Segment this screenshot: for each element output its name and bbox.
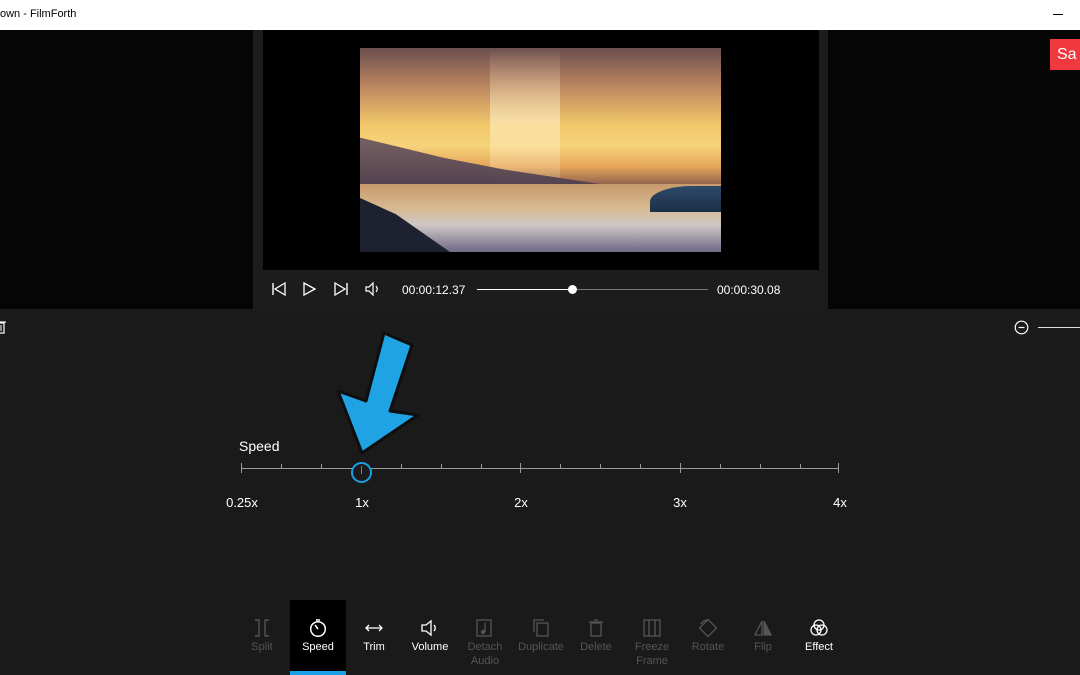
freeze-frame-label: Freeze Frame	[634, 641, 670, 667]
flip-button[interactable]: Flip	[735, 600, 791, 675]
save-button[interactable]: Sa	[1050, 39, 1080, 70]
rotate-icon	[698, 618, 718, 638]
detach-audio-button[interactable]: Detach Audio	[457, 600, 513, 675]
speed-tick	[560, 464, 561, 468]
volume-icon[interactable]	[364, 280, 382, 298]
speed-label-1x: 1x	[355, 495, 369, 510]
speed-tick	[481, 464, 482, 468]
speed-tick	[241, 463, 242, 473]
annotation-arrow-icon	[336, 331, 420, 455]
speed-label-0-25x: 0.25x	[226, 495, 258, 510]
speed-title: Speed	[239, 438, 280, 454]
freeze-frame-icon	[642, 618, 662, 638]
speed-tick	[321, 464, 322, 468]
effect-label: Effect	[805, 641, 833, 653]
seek-bar[interactable]	[477, 285, 708, 294]
detach-audio-label: Detach Audio	[467, 641, 503, 667]
play-icon[interactable]	[300, 280, 318, 298]
delete-button[interactable]: Delete	[568, 600, 624, 675]
speed-label-4x: 4x	[833, 495, 847, 510]
flip-label: Flip	[754, 641, 772, 653]
copy-icon	[531, 618, 551, 638]
duplicate-label: Duplicate	[518, 641, 564, 653]
trim-icon	[364, 618, 384, 638]
speed-tool-label: Speed	[302, 641, 334, 653]
speed-tick	[760, 464, 761, 468]
speed-tick	[520, 463, 521, 473]
speed-tick	[281, 464, 282, 468]
split-button[interactable]: Split	[234, 600, 290, 675]
split-icon	[252, 618, 272, 638]
rotate-label: Rotate	[691, 641, 725, 653]
speed-panel: Speed 0.25x 1x 2x 3x 4x	[0, 345, 1080, 600]
rotate-button[interactable]: Rotate	[680, 600, 736, 675]
zoom-out-icon[interactable]	[1014, 320, 1029, 335]
speed-tick	[401, 464, 402, 468]
speed-label-2x: 2x	[514, 495, 528, 510]
speed-tick	[680, 463, 681, 473]
speed-button[interactable]: Speed	[290, 600, 346, 675]
trash-icon[interactable]	[0, 319, 6, 335]
right-panel	[828, 30, 1080, 309]
speed-tick	[800, 464, 801, 468]
volume-label: Volume	[411, 641, 449, 653]
duplicate-button[interactable]: Duplicate	[513, 600, 569, 675]
edit-toolbar: Split Speed Trim Volume Detach Audio Dup…	[0, 600, 1080, 675]
split-label: Split	[251, 641, 273, 653]
video-frame[interactable]	[360, 48, 721, 252]
preview-area: 00:00:12.37 00:00:30.08	[0, 30, 1080, 309]
trim-button[interactable]: Trim	[346, 600, 402, 675]
speed-icon	[308, 618, 328, 638]
speed-tick	[441, 464, 442, 468]
delete-label: Delete	[580, 641, 612, 653]
effect-button[interactable]: Effect	[791, 600, 847, 675]
music-note-icon	[475, 618, 495, 638]
seek-thumb[interactable]	[567, 285, 577, 294]
player-screen	[263, 30, 819, 270]
speed-tick	[640, 464, 641, 468]
speed-slider-thumb[interactable]	[351, 462, 372, 483]
trim-label: Trim	[363, 641, 385, 653]
video-player: 00:00:12.37 00:00:30.08	[253, 30, 828, 309]
volume-button[interactable]: Volume	[402, 600, 458, 675]
freeze-frame-button[interactable]: Freeze Frame	[624, 600, 680, 675]
playback-controls: 00:00:12.37 00:00:30.08	[263, 270, 819, 308]
window-title: own - FilmForth	[0, 8, 77, 20]
zoom-slider[interactable]	[1038, 327, 1080, 328]
title-bar: own - FilmForth	[0, 0, 1080, 30]
minimize-button[interactable]	[1048, 4, 1068, 24]
trash-icon	[586, 618, 606, 638]
timeline-bar	[0, 309, 1080, 345]
speed-tick	[720, 464, 721, 468]
speed-label-3x: 3x	[673, 495, 687, 510]
speed-tick	[600, 464, 601, 468]
speed-tick	[838, 463, 839, 473]
seek-bar-progress	[477, 289, 572, 290]
speaker-icon	[420, 618, 440, 638]
flip-icon	[753, 618, 773, 638]
effect-icon	[809, 618, 829, 638]
left-panel	[0, 30, 253, 309]
skip-back-icon[interactable]	[270, 280, 288, 298]
speed-slider-track[interactable]	[241, 463, 839, 473]
total-time: 00:00:30.08	[717, 283, 781, 297]
current-time: 00:00:12.37	[402, 283, 466, 297]
skip-forward-icon[interactable]	[332, 280, 350, 298]
